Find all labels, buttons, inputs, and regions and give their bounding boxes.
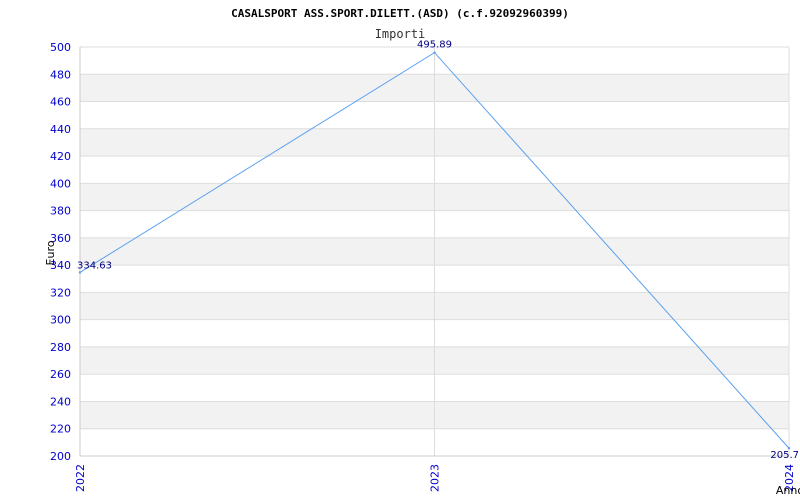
x-tick-label: 2022 — [74, 464, 87, 492]
x-tick-label: 2023 — [429, 464, 442, 492]
x-tick-labels: 2022 2023 2024 — [74, 464, 796, 492]
y-tick-label: 260 — [50, 368, 71, 381]
y-tick-label: 240 — [50, 395, 71, 408]
y-tick-label: 460 — [50, 96, 71, 109]
data-point — [78, 271, 82, 274]
y-tick-label: 480 — [50, 68, 71, 81]
data-point — [787, 447, 791, 450]
y-tick-label: 280 — [50, 341, 71, 354]
y-tick-label: 380 — [50, 205, 71, 218]
y-tick-label: 420 — [50, 150, 71, 163]
x-axis-label: Anno — [776, 484, 800, 497]
chart-title: CASALSPORT ASS.SPORT.DILETT.(ASD) (c.f.9… — [231, 7, 569, 20]
y-tick-label: 500 — [50, 41, 71, 54]
data-label: 495.89 — [417, 40, 452, 51]
data-label: 334.63 — [77, 260, 112, 271]
data-point — [433, 51, 436, 54]
y-tick-label: 300 — [50, 314, 71, 327]
y-tick-label: 400 — [50, 177, 71, 190]
y-axis-label: Euro — [44, 240, 57, 265]
line-chart: 2002202402602803003203403603804004204404… — [44, 7, 800, 497]
y-tick-label: 320 — [50, 286, 71, 299]
chart-subtitle: Importi — [375, 27, 426, 41]
y-tick-label: 440 — [50, 123, 71, 136]
y-tick-label: 200 — [50, 450, 71, 463]
data-label: 205.7 — [770, 450, 799, 461]
y-tick-label: 220 — [50, 423, 71, 436]
